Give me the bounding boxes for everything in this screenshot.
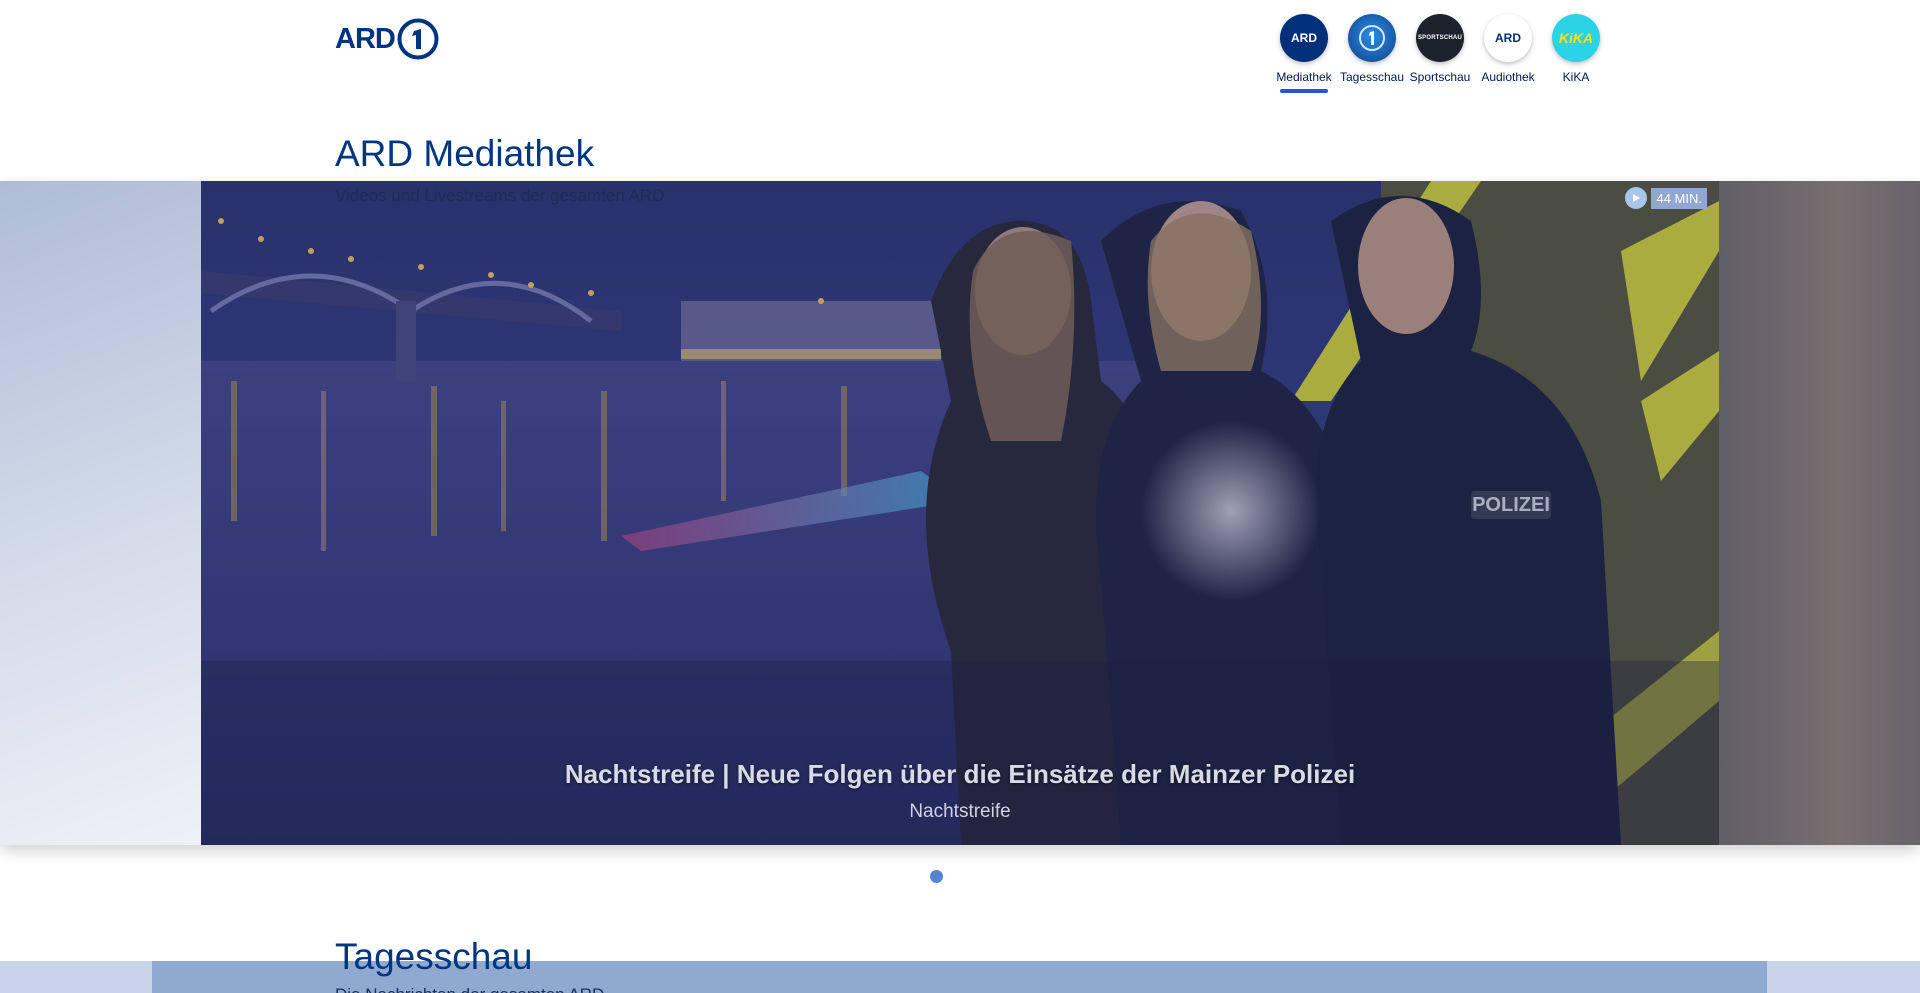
site-header: ARD ARD Mediathek Tagesschau SPORTSCHAU … bbox=[0, 0, 1920, 100]
page-title: ARD Mediathek bbox=[335, 133, 595, 174]
active-indicator bbox=[1280, 89, 1328, 93]
play-icon bbox=[1625, 187, 1648, 209]
carousel-pagination bbox=[930, 870, 943, 883]
brand-label: Audiothek bbox=[1481, 70, 1535, 84]
brand-navigation: ARD Mediathek Tagesschau SPORTSCHAU Spor… bbox=[1270, 14, 1610, 93]
previous-slide-peek[interactable] bbox=[0, 181, 201, 845]
ard-one-icon bbox=[397, 18, 439, 60]
slide-show-name: Nachtstreife bbox=[909, 801, 1011, 822]
duration-badge: 44 MIN. bbox=[1625, 187, 1707, 209]
next-slide-peek[interactable] bbox=[1719, 181, 1920, 845]
brand-tagesschau[interactable]: Tagesschau bbox=[1338, 14, 1406, 93]
section-subtitle-tagesschau: Die Nachrichten der gesamten ARD bbox=[335, 985, 604, 993]
sportschau-logo-icon: SPORTSCHAU bbox=[1416, 14, 1464, 62]
kika-logo-icon: KiKA bbox=[1552, 14, 1600, 62]
brand-label: Tagesschau bbox=[1339, 70, 1405, 84]
slide-title: Nachtstreife | Neue Folgen über die Eins… bbox=[564, 759, 1356, 789]
tagesschau-logo-icon bbox=[1348, 14, 1396, 62]
carousel-dot-active[interactable] bbox=[930, 870, 943, 883]
brand-audiothek[interactable]: ARD Audiothek bbox=[1474, 14, 1542, 93]
section-title-tagesschau: Tagesschau bbox=[335, 936, 533, 977]
mediathek-logo-icon: ARD bbox=[1280, 14, 1328, 62]
tagesschau-teaser-band bbox=[0, 961, 1920, 993]
brand-label: KiKA bbox=[1562, 70, 1590, 84]
brand-sportschau[interactable]: SPORTSCHAU Sportschau bbox=[1406, 14, 1474, 93]
slide-dim-overlay bbox=[201, 181, 1719, 845]
ard-logo[interactable]: ARD bbox=[335, 18, 439, 60]
brand-kika[interactable]: KiKA KiKA bbox=[1542, 14, 1610, 93]
hero-slide[interactable]: POLIZEI 44 MIN. Nachtstreife | Neue Folg… bbox=[201, 181, 1719, 845]
tagesschau-globe-icon bbox=[1359, 25, 1385, 51]
brand-label: Mediathek bbox=[1276, 70, 1332, 84]
brand-label: Sportschau bbox=[1409, 70, 1471, 84]
hero-carousel: POLIZEI 44 MIN. Nachtstreife | Neue Folg… bbox=[0, 181, 1920, 845]
brand-mediathek[interactable]: ARD Mediathek bbox=[1270, 14, 1338, 93]
logo-text: ARD bbox=[335, 22, 396, 55]
page-subtitle: Videos und Livestreams der gesamten ARD bbox=[335, 186, 665, 205]
audiothek-logo-icon: ARD bbox=[1484, 14, 1532, 62]
duration-text: 44 MIN. bbox=[1651, 187, 1707, 209]
